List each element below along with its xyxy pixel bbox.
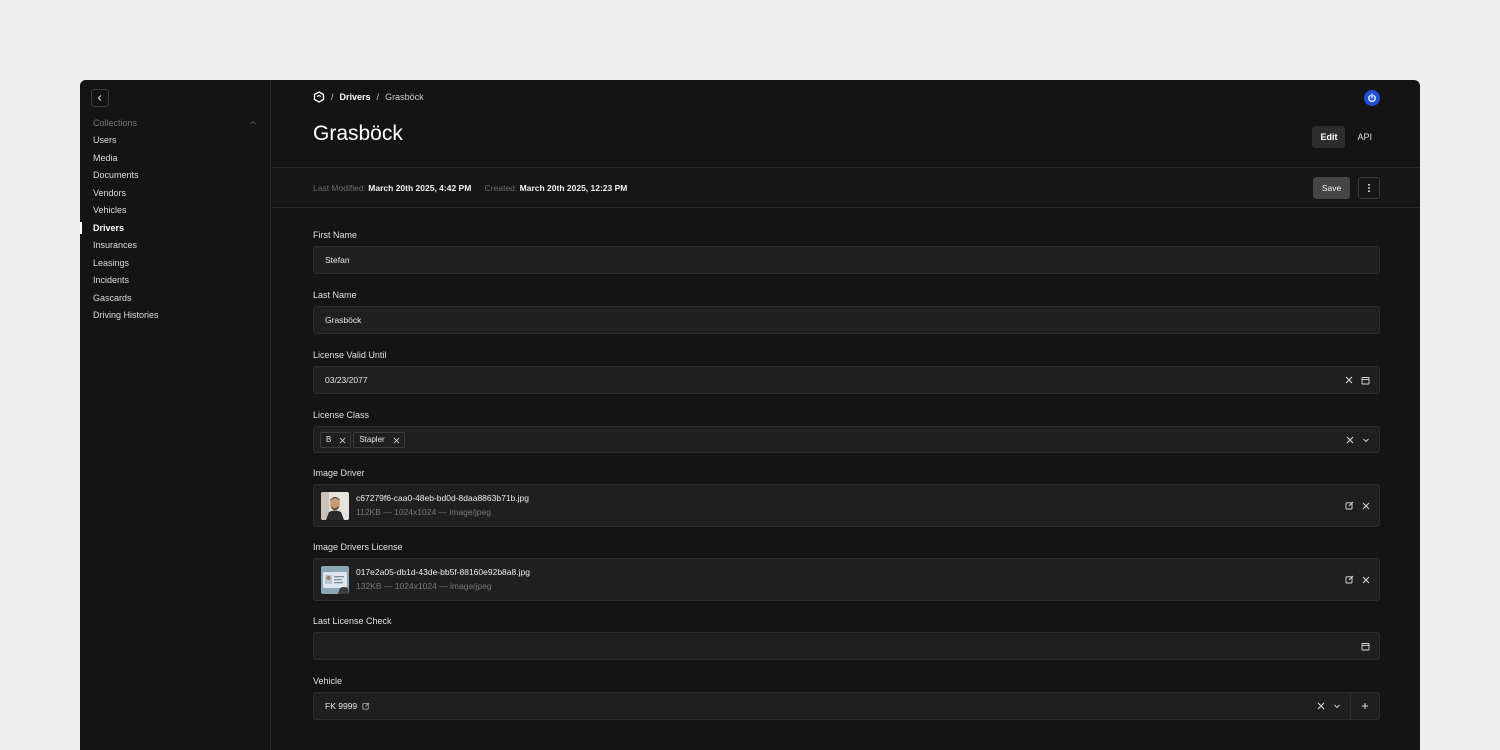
sidebar-item-users[interactable]: Users	[93, 134, 257, 152]
last-name-label: Last Name	[313, 290, 357, 300]
image-drivers-license-label: Image Drivers License	[313, 542, 403, 552]
first-name-label: First Name	[313, 230, 358, 240]
vehicle-select[interactable]: FK 9999	[313, 692, 1380, 720]
logout-button[interactable]	[1364, 90, 1380, 106]
save-button[interactable]: Save	[1313, 177, 1350, 199]
main-content: / Drivers / Grasböck Grasböck Edit API L…	[272, 80, 1420, 750]
collections-header[interactable]: Collections	[93, 117, 257, 129]
chevron-down-icon[interactable]	[1333, 702, 1341, 710]
meta-info: Last Modified: March 20th 2025, 4:42 PM …	[313, 183, 638, 193]
collections-nav: Collections Users Media Documents Vendor…	[80, 117, 257, 327]
edit-icon[interactable]	[1345, 501, 1354, 510]
edit-icon[interactable]	[1345, 575, 1354, 584]
vehicle-value: FK 9999	[325, 701, 358, 711]
chip-label: Stapler	[359, 435, 385, 444]
image-driver-upload[interactable]: c67279f6-caa0-48eb-bd0d-8daa8863b71b.jpg…	[313, 484, 1380, 527]
breadcrumb-collection-link[interactable]: Drivers	[340, 92, 371, 102]
tab-api[interactable]: API	[1349, 126, 1380, 148]
sidebar-item-gascards[interactable]: Gascards	[93, 292, 257, 310]
last-name-input[interactable]: Grasböck	[313, 306, 1380, 334]
last-modified-label: Last Modified:	[313, 183, 366, 193]
image-drivers-license-upload[interactable]: 017e2a05-db1d-43de-bb5f-88160e92b8a8.jpg…	[313, 558, 1380, 601]
calendar-icon[interactable]	[1361, 376, 1370, 385]
chevron-up-icon	[250, 120, 256, 125]
image-driver-filename: c67279f6-caa0-48eb-bd0d-8daa8863b71b.jpg	[356, 493, 529, 503]
chevron-down-icon[interactable]	[1362, 436, 1370, 444]
license-class-chip: Stapler	[353, 432, 405, 448]
meta-bar: Last Modified: March 20th 2025, 4:42 PM …	[272, 167, 1420, 208]
calendar-icon[interactable]	[1361, 642, 1370, 651]
sidebar-item-vehicles[interactable]: Vehicles	[93, 204, 257, 222]
sidebar: Collections Users Media Documents Vendor…	[80, 80, 271, 750]
sidebar-item-documents[interactable]: Documents	[93, 169, 257, 187]
vehicle-field: Vehicle FK 9999	[313, 676, 1380, 720]
close-icon[interactable]	[339, 437, 346, 444]
edit-icon[interactable]	[362, 702, 370, 710]
close-icon[interactable]	[1362, 576, 1370, 584]
tab-edit[interactable]: Edit	[1312, 126, 1346, 148]
close-icon[interactable]	[1346, 436, 1354, 444]
license-valid-until-input[interactable]: 03/23/2077	[313, 366, 1380, 394]
add-vehicle-button[interactable]	[1350, 693, 1379, 719]
collapse-sidebar-button[interactable]	[91, 89, 109, 107]
image-driver-meta: 112KB — 1024x1024 — image/jpeg	[356, 507, 491, 517]
license-class-select[interactable]: B Stapler	[313, 426, 1380, 453]
first-name-field: First Name Stefan	[313, 230, 1380, 274]
last-license-check-input[interactable]	[313, 632, 1380, 660]
sidebar-item-media[interactable]: Media	[93, 152, 257, 170]
sidebar-item-vendors[interactable]: Vendors	[93, 187, 257, 205]
app-window: Collections Users Media Documents Vendor…	[80, 80, 1420, 750]
breadcrumb-current: Grasböck	[385, 92, 424, 102]
image-drivers-license-meta: 132KB — 1024x1024 — image/jpeg	[356, 581, 492, 591]
page-title: Grasböck	[313, 122, 403, 145]
close-icon[interactable]	[393, 437, 400, 444]
chip-label: B	[326, 435, 332, 444]
image-driver-label: Image Driver	[313, 468, 365, 478]
license-class-label: License Class	[313, 410, 370, 420]
sidebar-item-leasings[interactable]: Leasings	[93, 257, 257, 275]
close-icon[interactable]	[1345, 376, 1353, 384]
last-license-check-label: Last License Check	[313, 616, 392, 626]
last-name-field: Last Name Grasböck	[313, 290, 1380, 334]
breadcrumb-separator: /	[376, 92, 380, 102]
breadcrumb: / Drivers / Grasböck	[313, 91, 424, 103]
plus-icon	[1362, 703, 1368, 709]
image-drivers-license-field: Image Drivers License 017e2a05-db1d-43de…	[313, 542, 1380, 601]
logo-icon[interactable]	[313, 91, 325, 103]
collections-title: Collections	[93, 118, 138, 128]
sidebar-item-insurances[interactable]: Insurances	[93, 239, 257, 257]
more-vertical-icon	[1368, 183, 1370, 193]
vehicle-label: Vehicle	[313, 676, 343, 686]
last-license-check-field: Last License Check	[313, 616, 1380, 660]
sidebar-item-driving-histories[interactable]: Driving Histories	[93, 309, 257, 327]
image-drivers-license-filename: 017e2a05-db1d-43de-bb5f-88160e92b8a8.jpg	[356, 567, 530, 577]
created-label: Created:	[484, 183, 518, 193]
drivers-license-thumbnail[interactable]	[321, 566, 349, 594]
chevron-left-icon	[97, 95, 102, 101]
driver-form: First Name Stefan Last Name Grasböck Lic…	[313, 230, 1380, 720]
sidebar-item-drivers[interactable]: Drivers	[80, 221, 257, 240]
last-modified-value: March 20th 2025, 4:42 PM	[368, 183, 472, 193]
license-valid-until-label: License Valid Until	[313, 350, 387, 360]
created-value: March 20th 2025, 12:23 PM	[519, 183, 628, 193]
license-valid-until-field: License Valid Until 03/23/2077	[313, 350, 1380, 394]
close-icon[interactable]	[1317, 702, 1325, 710]
license-class-field: License Class B Stapler	[313, 410, 1380, 453]
power-icon	[1368, 93, 1376, 103]
license-valid-until-value: 03/23/2077	[325, 375, 368, 385]
close-icon[interactable]	[1362, 502, 1370, 510]
driver-photo-thumbnail[interactable]	[321, 492, 349, 520]
view-tabs: Edit API	[1312, 126, 1380, 148]
breadcrumb-separator: /	[331, 92, 334, 102]
more-options-button[interactable]	[1358, 177, 1380, 199]
first-name-input[interactable]: Stefan	[313, 246, 1380, 274]
sidebar-item-incidents[interactable]: Incidents	[93, 274, 257, 292]
image-driver-field: Image Driver c67279f6-caa0-48eb-bd0d-8da…	[313, 468, 1380, 527]
license-class-chip: B	[320, 432, 352, 448]
